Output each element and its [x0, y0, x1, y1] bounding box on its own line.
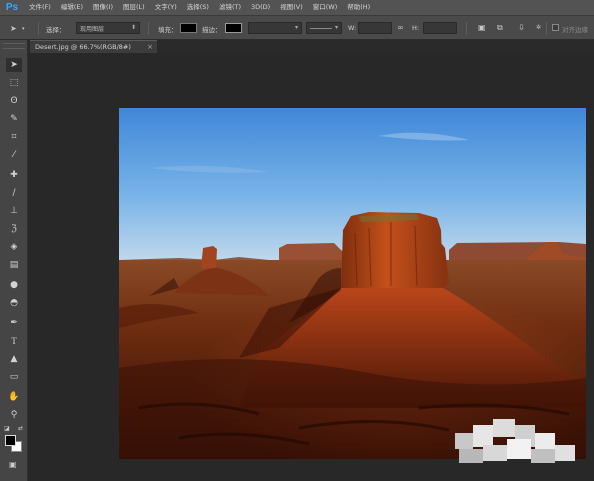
desert-photo-image	[119, 108, 586, 459]
blur-tool-icon[interactable]: ●	[6, 278, 22, 292]
healing-brush-tool-glyph: ✚	[10, 170, 18, 180]
stroke-color-swatch[interactable]	[225, 23, 242, 33]
type-tool-icon[interactable]: T	[6, 334, 22, 348]
eraser-tool-icon[interactable]: ◈	[6, 240, 22, 254]
pen-tool-icon[interactable]: ✒	[6, 316, 22, 330]
path-selection-tool-icon[interactable]: ▲	[6, 352, 22, 366]
quick-select-tool-icon[interactable]: ✎	[6, 112, 22, 126]
rectangle-tool-glyph: ▭	[9, 372, 19, 382]
desert-photo[interactable]	[119, 108, 586, 459]
crop-tool-icon[interactable]: ⌗	[6, 130, 22, 144]
menu-image[interactable]: 图像(I)	[88, 0, 118, 15]
lasso-tool-glyph: ʘ	[10, 96, 18, 106]
move-tool-icon[interactable]: ➤	[6, 58, 22, 72]
dodge-tool-icon[interactable]: ◓	[6, 296, 22, 310]
document-tab[interactable]: Desert.jpg @ 66.7%(RGB/8#) ×	[30, 40, 157, 53]
dodge-tool-glyph: ◓	[10, 298, 18, 308]
clone-stamp-tool-icon[interactable]: ⊥	[6, 204, 22, 218]
document-tab-title: Desert.jpg @ 66.7%(RGB/8#)	[35, 43, 131, 51]
photoshop-logo[interactable]: Ps	[0, 0, 24, 15]
clone-stamp-tool-glyph: ⊥	[10, 206, 18, 216]
menu-select[interactable]: 选择(S)	[182, 0, 214, 15]
path-selection-tool-glyph: ▲	[10, 354, 18, 364]
brush-tool-glyph: ∕	[12, 188, 16, 198]
stroke-label: 描边：	[202, 26, 222, 34]
chevron-down-icon: ▾	[334, 24, 338, 31]
align-edges-label: 对齐边缘	[562, 26, 588, 34]
tool-preset-dropdown-icon[interactable]: ▾	[22, 24, 25, 34]
menu-view[interactable]: 视图(V)	[275, 0, 308, 15]
type-tool-glyph: T	[11, 336, 17, 346]
gradient-tool-glyph: ▤	[9, 260, 19, 270]
eyedropper-tool-icon[interactable]: ⁄	[6, 148, 22, 162]
options-divider	[38, 22, 39, 35]
menu-edit[interactable]: 编辑(E)	[56, 0, 88, 15]
options-divider	[546, 22, 547, 35]
close-icon[interactable]: ×	[147, 43, 153, 51]
healing-brush-tool-icon[interactable]: ✚	[6, 168, 22, 182]
options-bar: ➤ ▾ 选择： 现用图层 ⬍ 填充： 描边： ▾ ▾ W: ∞ H: ▣ ⧉ ⇩…	[0, 15, 594, 40]
options-divider	[148, 22, 149, 35]
rectangle-tool-icon[interactable]: ▭	[6, 370, 22, 384]
path-operations-icon[interactable]: ▣	[478, 23, 486, 33]
swap-colors-icon[interactable]: ⇄	[18, 425, 23, 432]
select-label: 选择：	[46, 26, 66, 34]
menu-window[interactable]: 窗口(W)	[308, 0, 343, 15]
width-label: W:	[348, 24, 357, 32]
menu-help[interactable]: 帮助(H)	[342, 0, 375, 15]
menu-bar: Ps 文件(F) 编辑(E) 图像(I) 图层(L) 文字(Y) 选择(S) 滤…	[0, 0, 594, 15]
menu-filter[interactable]: 滤镜(T)	[214, 0, 246, 15]
pen-tool-glyph: ✒	[10, 318, 18, 328]
history-brush-tool-icon[interactable]: ℨ	[6, 222, 22, 236]
marquee-tool-glyph: ⬚	[9, 78, 19, 88]
path-alignment-icon[interactable]: ⧉	[497, 23, 503, 33]
marquee-tool-icon[interactable]: ⬚	[6, 76, 22, 90]
watermark-image	[455, 419, 575, 463]
menu-type[interactable]: 文字(Y)	[150, 0, 182, 15]
stroke-width-field[interactable]: ▾	[248, 22, 302, 34]
height-field[interactable]	[423, 22, 457, 34]
hand-tool-glyph: ✋	[8, 392, 20, 402]
menu-3d[interactable]: 3D(D)	[246, 0, 275, 15]
align-edges-checkbox[interactable]	[552, 24, 559, 31]
link-icon[interactable]: ∞	[397, 23, 404, 33]
chevron-down-icon: ▾	[294, 24, 298, 31]
menu-layer[interactable]: 图层(L)	[118, 0, 150, 15]
chevron-down-icon: ⬍	[130, 24, 136, 31]
eraser-tool-glyph: ◈	[10, 242, 18, 252]
gradient-tool-icon[interactable]: ▤	[6, 258, 22, 272]
brush-tool-icon[interactable]: ∕	[6, 186, 22, 200]
select-layer-value: 现用图层	[80, 25, 105, 33]
eyedropper-tool-glyph: ⁄	[13, 150, 15, 160]
document-tab-bar: Desert.jpg @ 66.7%(RGB/8#) ×	[28, 40, 594, 53]
select-layer-dropdown[interactable]: 现用图层 ⬍	[76, 22, 140, 34]
default-colors-icon[interactable]: ◪	[4, 425, 10, 432]
blur-tool-glyph: ●	[10, 280, 18, 290]
width-field[interactable]	[358, 22, 392, 34]
settings-gear-icon[interactable]: ✲	[536, 23, 541, 33]
options-divider	[466, 22, 467, 35]
zoom-tool-icon[interactable]: ⚲	[6, 408, 22, 422]
zoom-tool-glyph: ⚲	[10, 410, 18, 420]
foreground-color-swatch[interactable]	[5, 435, 16, 446]
crop-tool-glyph: ⌗	[11, 132, 17, 142]
history-brush-tool-glyph: ℨ	[11, 224, 17, 234]
height-label: H:	[412, 24, 420, 32]
path-selection-icon[interactable]: ➤	[10, 24, 17, 34]
hand-tool-icon[interactable]: ✋	[6, 390, 22, 404]
move-tool-glyph: ➤	[10, 60, 18, 70]
quick-mask-icon[interactable]: ▣	[9, 460, 17, 469]
lasso-tool-icon[interactable]: ʘ	[6, 94, 22, 108]
menu-file[interactable]: 文件(F)	[24, 0, 56, 15]
fill-color-swatch[interactable]	[180, 23, 197, 33]
panel-grip-handle[interactable]	[3, 43, 25, 49]
tools-panel: ➤ ⬚ ʘ ✎ ⌗ ⁄ ✚ ∕ ⊥ ℨ ◈ ▤ ● ◓ ✒ T ▲ ▭ ✋ ⚲ …	[0, 40, 28, 481]
stroke-line-icon	[310, 27, 332, 29]
fill-label: 填充：	[158, 26, 178, 34]
path-arrangement-icon[interactable]: ⇩	[518, 23, 525, 33]
stroke-type-dropdown[interactable]: ▾	[306, 22, 342, 34]
quick-select-tool-glyph: ✎	[10, 114, 18, 124]
